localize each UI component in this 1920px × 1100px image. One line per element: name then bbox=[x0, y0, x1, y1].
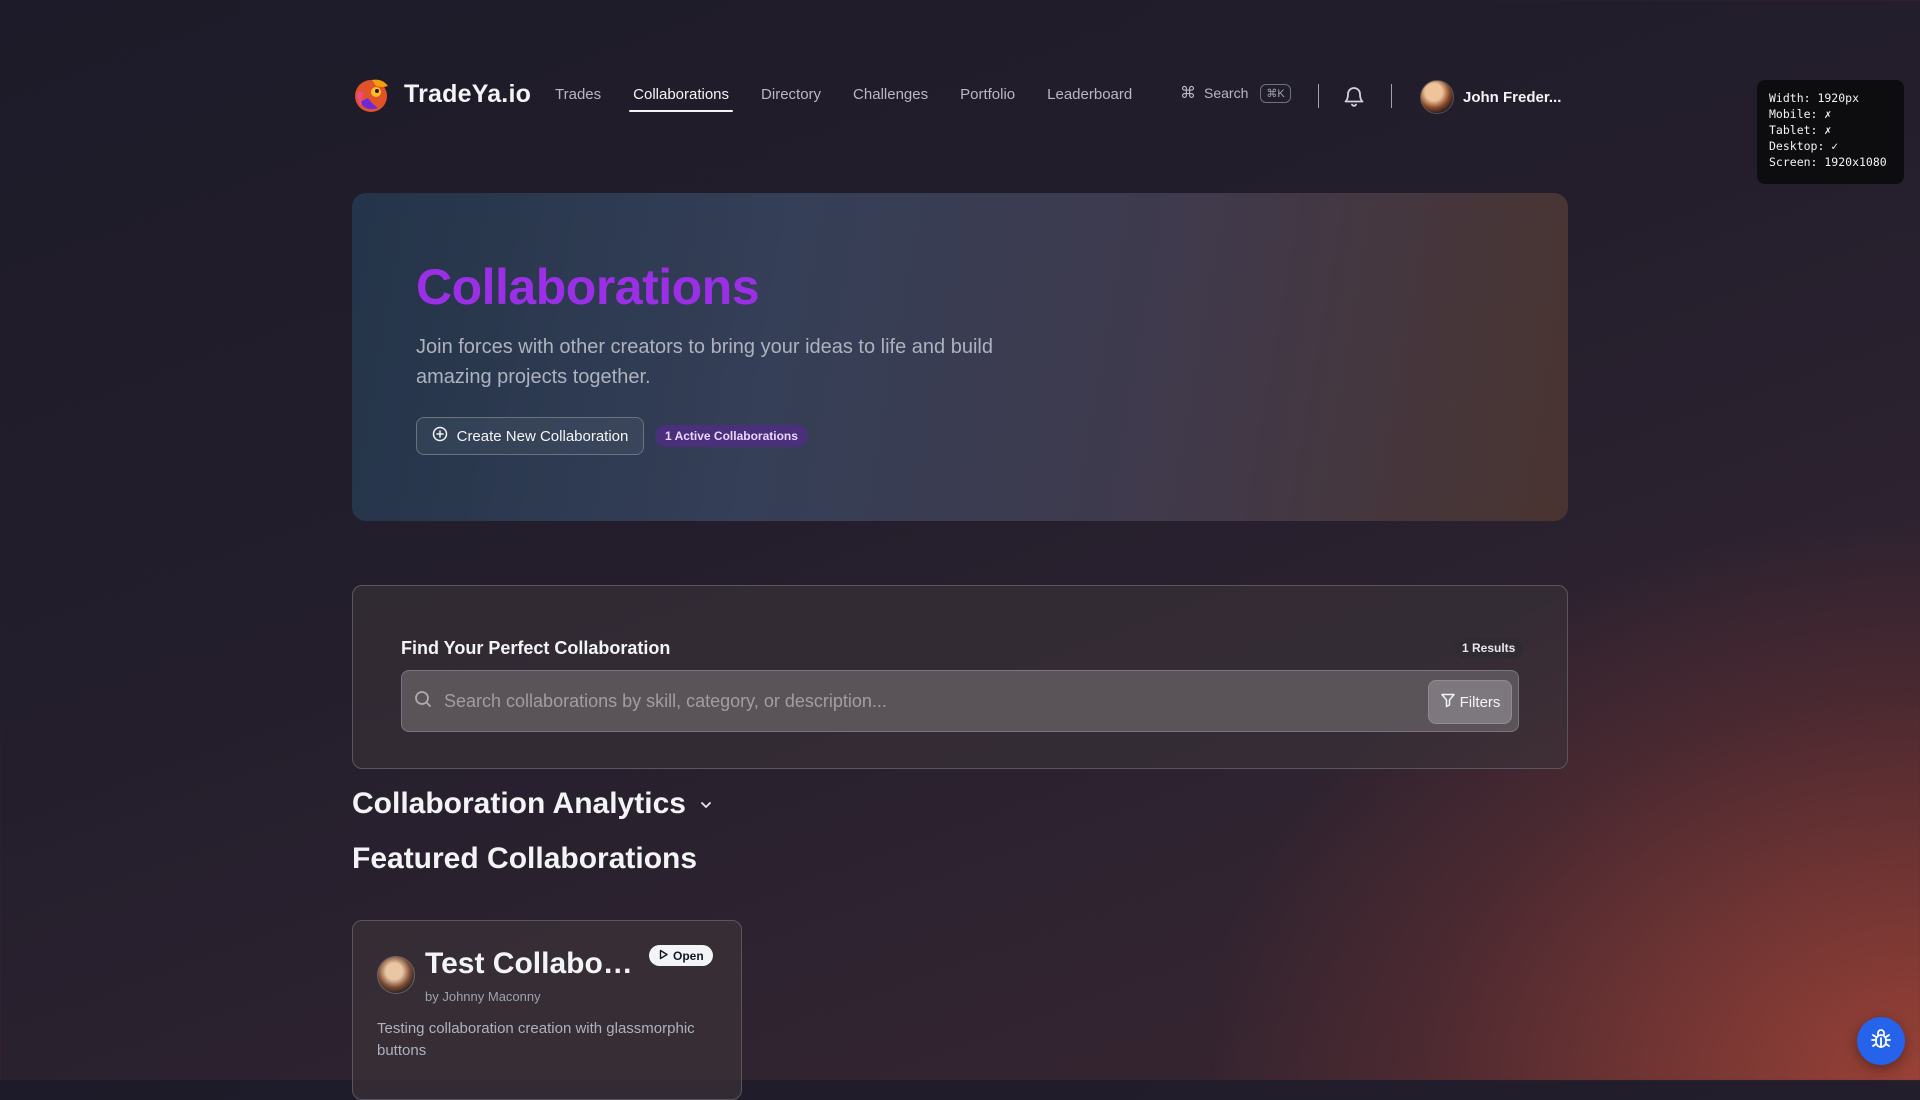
viewport-debug-panel: Width: 1920px Mobile: ✗ Tablet: ✗ Deskto… bbox=[1757, 80, 1904, 184]
debug-mobile: Mobile: ✗ bbox=[1769, 107, 1832, 121]
debug-tablet: Tablet: ✗ bbox=[1769, 123, 1832, 137]
results-count-badge: 1 Results bbox=[1454, 638, 1524, 658]
play-icon bbox=[658, 949, 669, 963]
debug-screen: Screen: 1920x1080 bbox=[1769, 155, 1887, 169]
search-label: Search bbox=[1204, 85, 1249, 101]
brand-logo[interactable]: TradeYa.io bbox=[352, 74, 531, 114]
filters-button[interactable]: Filters bbox=[1428, 680, 1512, 724]
brand-name: TradeYa.io bbox=[404, 79, 532, 108]
analytics-section-toggle[interactable]: Collaboration Analytics bbox=[352, 787, 714, 821]
filters-label: Filters bbox=[1459, 693, 1501, 711]
search-shortcut: ⌘K bbox=[1260, 83, 1291, 103]
page-subtitle: Join forces with other creators to bring… bbox=[416, 336, 993, 388]
card-description: Testing collaboration creation with glas… bbox=[377, 1020, 695, 1059]
debug-desktop: Desktop: ✓ bbox=[1769, 139, 1839, 153]
search-input[interactable] bbox=[442, 689, 1518, 713]
user-name: John Freder... bbox=[1463, 88, 1562, 106]
analytics-title: Collaboration Analytics bbox=[352, 787, 686, 820]
nav-item-leaderboard[interactable]: Leaderboard bbox=[1047, 86, 1132, 107]
status-label: Open bbox=[673, 948, 704, 963]
global-search-button[interactable]: ⌘ Search ⌘K bbox=[1180, 83, 1291, 103]
avatar bbox=[377, 956, 415, 994]
chevron-down-icon bbox=[698, 787, 714, 821]
debug-width: Width: 1920px bbox=[1769, 91, 1860, 105]
status-badge: Open bbox=[649, 945, 713, 966]
search-box: Filters bbox=[401, 670, 1519, 732]
active-count-badge: 1 Active Collaborations bbox=[655, 425, 808, 447]
nav-item-trades[interactable]: Trades bbox=[555, 86, 601, 107]
bug-icon bbox=[1869, 1027, 1893, 1056]
command-icon: ⌘ bbox=[1180, 85, 1196, 102]
plus-circle-icon bbox=[432, 426, 448, 446]
nav-divider bbox=[1318, 84, 1319, 108]
tradeya-logo-icon bbox=[352, 74, 392, 114]
notifications-bell-icon[interactable] bbox=[1344, 85, 1364, 112]
nav-divider bbox=[1391, 84, 1392, 108]
search-panel-title: Find Your Perfect Collaboration bbox=[401, 638, 671, 658]
nav-item-challenges[interactable]: Challenges bbox=[853, 86, 928, 107]
nav-item-portfolio[interactable]: Portfolio bbox=[960, 86, 1015, 107]
bug-report-button[interactable] bbox=[1857, 1017, 1905, 1065]
create-collaboration-button[interactable]: Create New Collaboration bbox=[416, 417, 644, 455]
user-menu[interactable]: John Freder... bbox=[1420, 80, 1561, 114]
search-icon bbox=[414, 690, 432, 713]
main-nav: Trades Collaborations Directory Challeng… bbox=[555, 86, 1164, 112]
create-button-label: Create New Collaboration bbox=[456, 427, 629, 445]
nav-item-collaborations[interactable]: Collaborations bbox=[629, 86, 733, 112]
avatar bbox=[1420, 80, 1454, 114]
featured-title: Featured Collaborations bbox=[352, 842, 698, 875]
page-title: Collaborations bbox=[416, 259, 760, 315]
card-title[interactable]: Test Collaboration bbox=[425, 947, 641, 981]
filter-icon bbox=[1440, 692, 1456, 712]
nav-item-directory[interactable]: Directory bbox=[761, 86, 821, 107]
card-author: by Johnny Maconny bbox=[425, 989, 541, 1004]
